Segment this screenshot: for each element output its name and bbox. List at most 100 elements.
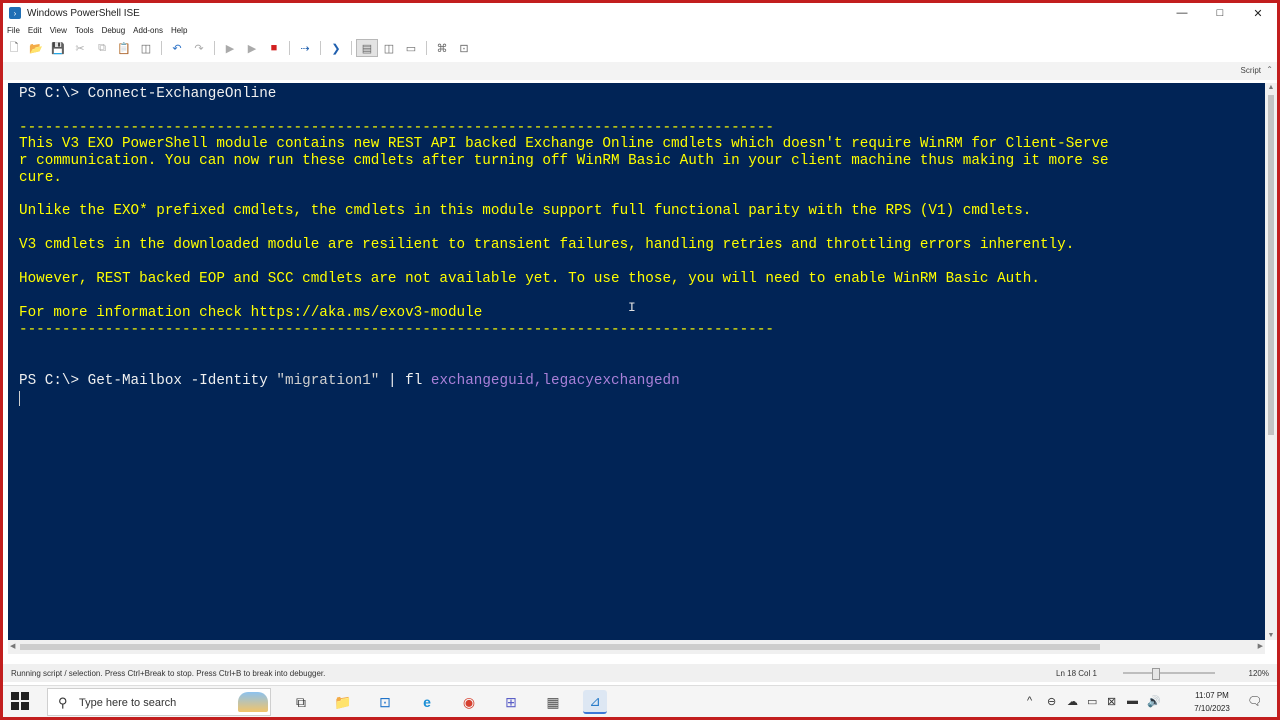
battery-icon[interactable]: ▭ bbox=[1087, 695, 1097, 708]
menu-tools[interactable]: Tools bbox=[71, 26, 98, 35]
close-button[interactable]: ✕ bbox=[1239, 3, 1277, 23]
layout-script-max-icon[interactable]: ▭ bbox=[400, 39, 422, 57]
console-line: V3 cmdlets in the downloaded module are … bbox=[19, 237, 1075, 253]
taskbar: ⚲ Type here to search ⧉ 📁 ⊡ e ◉ ⊞ ▦ ⊿ ^ … bbox=[3, 685, 1277, 718]
search-highlight-image bbox=[238, 692, 268, 712]
onedrive-icon[interactable]: ☁ bbox=[1067, 695, 1078, 708]
console-line: PS C:\> Connect-ExchangeOnline bbox=[19, 86, 277, 102]
network-icon[interactable]: ⊠ bbox=[1107, 695, 1116, 708]
powershell-ise-taskbar-icon[interactable]: ⊿ bbox=[583, 690, 607, 714]
task-view-icon[interactable]: ⧉ bbox=[289, 690, 313, 714]
teams-icon[interactable]: ⊞ bbox=[499, 690, 523, 714]
vertical-scrollbar[interactable]: ▲ ▼ bbox=[1265, 83, 1277, 640]
search-icon: ⚲ bbox=[58, 695, 68, 710]
tray-overflow-chevron-icon[interactable]: ^ bbox=[1027, 695, 1032, 707]
console-line: ----------------------------------------… bbox=[19, 322, 774, 338]
show-commands-icon[interactable]: ⌘ bbox=[431, 39, 453, 57]
zoom-slider[interactable] bbox=[1123, 672, 1215, 674]
horizontal-scrollbar[interactable]: ◀ ▶ bbox=[8, 640, 1265, 654]
new-icon[interactable]: 🗋 bbox=[3, 39, 25, 57]
command-token: fl bbox=[405, 373, 431, 389]
file-explorer-icon[interactable]: 📁 bbox=[331, 690, 355, 714]
scroll-up-icon[interactable]: ▲ bbox=[1265, 84, 1277, 91]
clock-date: 7/10/2023 bbox=[1194, 704, 1230, 713]
keyboard-icon[interactable]: ▬ bbox=[1127, 695, 1138, 707]
clear-icon[interactable]: ◫ bbox=[135, 39, 157, 57]
zoom-level: 120% bbox=[1248, 669, 1269, 678]
console-line: This V3 EXO PowerShell module contains n… bbox=[19, 136, 1109, 152]
chevron-up-icon[interactable]: ⌃ bbox=[1266, 65, 1273, 74]
chrome-icon[interactable]: ◉ bbox=[457, 690, 481, 714]
copy-icon[interactable]: ⧉ bbox=[91, 39, 113, 57]
title-bar: › Windows PowerShell ISE — □ ✕ bbox=[3, 3, 1277, 23]
powershell-icon[interactable]: ❯ bbox=[325, 39, 347, 57]
maximize-button[interactable]: □ bbox=[1201, 3, 1239, 23]
notification-icon[interactable]: 🗨 bbox=[1247, 694, 1262, 708]
scrollbar-thumb[interactable] bbox=[20, 644, 1100, 650]
search-placeholder: Type here to search bbox=[79, 697, 177, 709]
window-controls: — □ ✕ bbox=[1163, 3, 1277, 23]
console-line: ----------------------------------------… bbox=[19, 120, 774, 136]
system-clock[interactable]: 11:07 PM 7/10/2023 bbox=[1187, 689, 1237, 715]
menu-view[interactable]: View bbox=[46, 26, 71, 35]
minimize-button[interactable]: — bbox=[1163, 3, 1201, 23]
toolbar-separator bbox=[161, 41, 162, 55]
windows-start-icon[interactable] bbox=[11, 692, 31, 712]
outlook-icon[interactable]: ⊡ bbox=[373, 690, 397, 714]
powershell-ise-icon: › bbox=[9, 7, 21, 19]
cursor-position: Ln 18 Col 1 bbox=[1056, 669, 1097, 678]
redo-icon[interactable]: ↷ bbox=[188, 39, 210, 57]
volume-icon[interactable]: 🔊 bbox=[1147, 695, 1161, 708]
menu-addons[interactable]: Add-ons bbox=[129, 26, 167, 35]
paste-icon[interactable]: 📋 bbox=[113, 39, 135, 57]
undo-icon[interactable]: ↶ bbox=[166, 39, 188, 57]
save-icon[interactable]: 💾 bbox=[47, 39, 69, 57]
parameter-token: -Identity bbox=[190, 373, 277, 389]
toolbar-separator bbox=[320, 41, 321, 55]
stop-icon[interactable]: ■ bbox=[263, 39, 285, 57]
string-token: "migration1" bbox=[276, 373, 380, 389]
window-title: Windows PowerShell ISE bbox=[27, 7, 140, 19]
mouse-ibeam-cursor: I bbox=[628, 300, 636, 315]
taskbar-search-box[interactable]: ⚲ Type here to search bbox=[47, 688, 271, 716]
script-label: Script bbox=[1240, 66, 1261, 75]
layout-script-right-icon[interactable]: ◫ bbox=[378, 39, 400, 57]
pipe-token: | bbox=[379, 373, 406, 389]
script-pane-toggle[interactable]: Script ⌃ bbox=[3, 62, 1277, 80]
menu-help[interactable]: Help bbox=[167, 26, 191, 35]
console-line: For more information check https://aka.m… bbox=[19, 305, 483, 321]
cmdlet-token: Get-Mailbox bbox=[87, 373, 191, 389]
zoom-slider-thumb[interactable] bbox=[1152, 668, 1161, 680]
calculator-icon[interactable]: ▦ bbox=[541, 690, 565, 714]
open-icon[interactable]: 📂 bbox=[25, 39, 47, 57]
menu-edit[interactable]: Edit bbox=[24, 26, 46, 35]
text-cursor bbox=[19, 391, 20, 406]
toolbar-separator bbox=[426, 41, 427, 55]
menu-bar: File Edit View Tools Debug Add-ons Help bbox=[3, 23, 191, 37]
console-line: cure. bbox=[19, 170, 62, 186]
console-line: r communication. You can now run these c… bbox=[19, 153, 1109, 169]
addon-icon[interactable]: ⊡ bbox=[453, 39, 475, 57]
status-message: Running script / selection. Press Ctrl+B… bbox=[11, 669, 326, 678]
scroll-left-icon[interactable]: ◀ bbox=[10, 642, 15, 650]
scroll-right-icon[interactable]: ▶ bbox=[1258, 642, 1263, 650]
status-bar: Running script / selection. Press Ctrl+B… bbox=[3, 664, 1277, 682]
run-icon[interactable]: ▶ bbox=[219, 39, 241, 57]
edge-icon[interactable]: e bbox=[415, 690, 439, 714]
scrollbar-thumb[interactable] bbox=[1268, 95, 1274, 435]
run-selection-icon[interactable]: ▶ bbox=[241, 39, 263, 57]
argument-token: exchangeguid,legacyexchangedn bbox=[430, 373, 680, 389]
console-prompt: PS C:\> bbox=[19, 373, 88, 389]
toolbar: 🗋 📂 💾 ✂ ⧉ 📋 ◫ ↶ ↷ ▶ ▶ ■ ⇢ ❯ ▤ ◫ ▭ ⌘ ⊡ bbox=[3, 38, 1277, 58]
scroll-down-icon[interactable]: ▼ bbox=[1265, 632, 1277, 639]
menu-file[interactable]: File bbox=[3, 26, 24, 35]
layout-script-top-icon[interactable]: ▤ bbox=[356, 39, 378, 57]
console-line: However, REST backed EOP and SCC cmdlets… bbox=[19, 271, 1040, 287]
tray-icon[interactable]: ⊖ bbox=[1047, 695, 1056, 708]
cut-icon[interactable]: ✂ bbox=[69, 39, 91, 57]
console-pane[interactable]: PS C:\> Connect-ExchangeOnline ---------… bbox=[8, 83, 1265, 640]
menu-debug[interactable]: Debug bbox=[98, 26, 130, 35]
console-line: Unlike the EXO* prefixed cmdlets, the cm… bbox=[19, 203, 1032, 219]
console-command-line: PS C:\> Get-Mailbox -Identity "migration… bbox=[19, 373, 680, 390]
new-remote-tab-icon[interactable]: ⇢ bbox=[294, 39, 316, 57]
